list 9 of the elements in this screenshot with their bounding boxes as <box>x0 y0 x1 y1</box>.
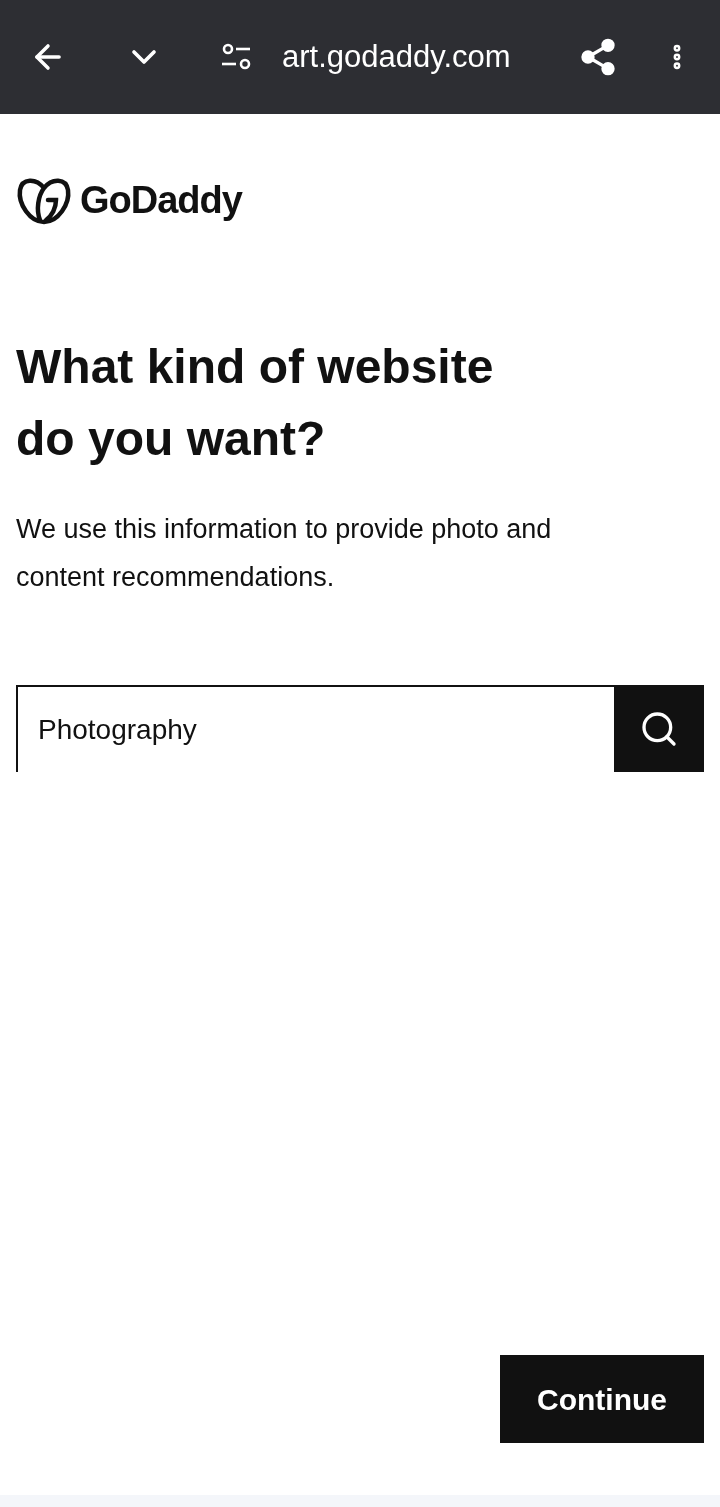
url-text[interactable]: art.godaddy.com <box>282 33 511 81</box>
logo-icon <box>16 175 72 226</box>
search-button[interactable] <box>614 685 704 772</box>
page-heading: What kind of website do you want? <box>16 339 495 467</box>
search-field[interactable]: Photography <box>16 685 614 772</box>
continue-button[interactable]: Continue <box>500 1355 704 1443</box>
share-icon[interactable] <box>578 37 618 77</box>
logo-wordmark: GoDaddy <box>80 178 242 223</box>
description-text: We use this information to provide photo and content recommendations. <box>16 513 553 594</box>
